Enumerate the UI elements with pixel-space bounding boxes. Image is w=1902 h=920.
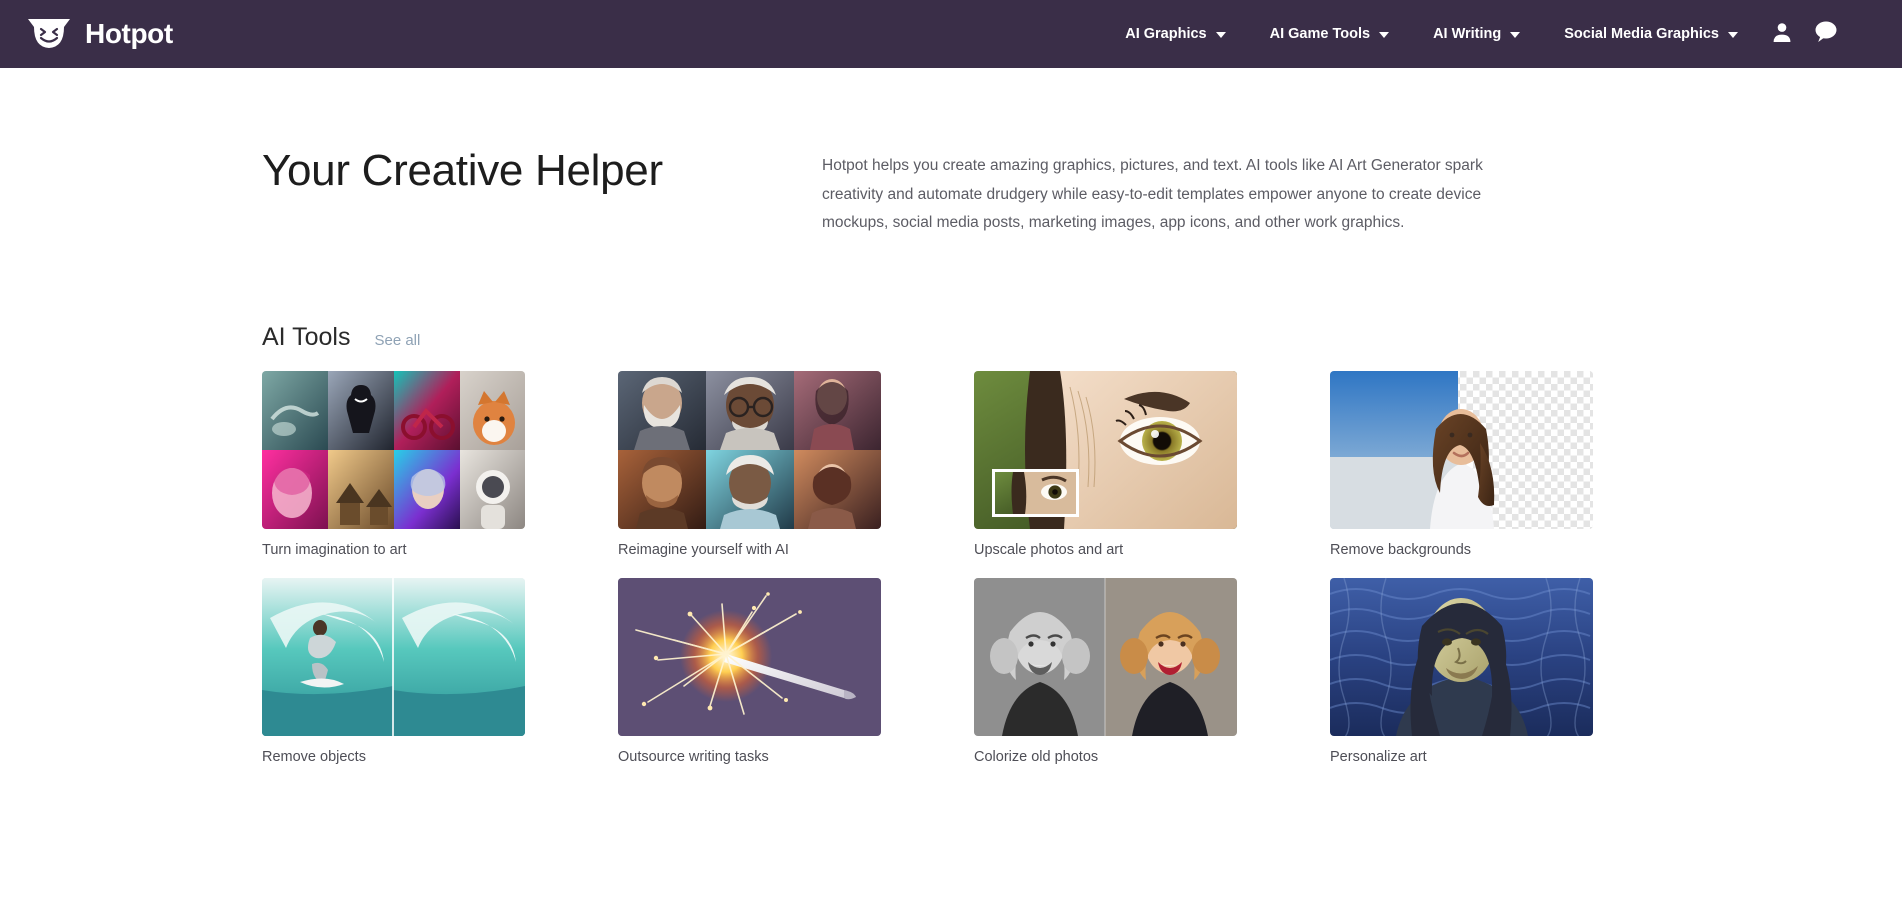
tool-card-upscale-photos-and-art[interactable]: Upscale photos and art	[974, 371, 1237, 558]
ai-tools-grid: Turn imagination to art	[262, 371, 1651, 765]
tool-card-colorize-old-photos[interactable]: Colorize old photos	[974, 578, 1237, 765]
top-navigation-bar: Hotpot AI Graphics AI Game Tools AI Writ…	[0, 0, 1902, 68]
tool-card-remove-objects[interactable]: Remove objects	[262, 578, 525, 765]
chevron-down-icon	[1379, 32, 1389, 38]
tool-card-personalize-art[interactable]: Personalize art	[1330, 578, 1593, 765]
tool-card-outsource-writing-tasks[interactable]: Outsource writing tasks	[618, 578, 881, 765]
page-title: Your Creative Helper	[262, 146, 822, 195]
eye-closeup-upscale-thumbnail	[974, 371, 1237, 529]
tool-card-caption: Upscale photos and art	[974, 542, 1237, 558]
nav-item-social-media-graphics[interactable]: Social Media Graphics	[1542, 26, 1760, 42]
sparking-pen-thumbnail	[618, 578, 881, 736]
tool-card-caption: Reimagine yourself with AI	[618, 542, 881, 558]
chevron-down-icon	[1728, 32, 1738, 38]
hero-description: Hotpot helps you create amazing graphics…	[822, 152, 1522, 238]
nav-item-ai-game-tools[interactable]: AI Game Tools	[1248, 26, 1411, 42]
tool-card-reimagine-yourself-with-ai[interactable]: Reimagine yourself with AI	[618, 371, 881, 558]
ai-art-grid-thumbnail	[262, 371, 525, 529]
nav-item-label: AI Game Tools	[1270, 26, 1370, 42]
nav-item-ai-writing[interactable]: AI Writing	[1411, 26, 1542, 42]
chat-button[interactable]	[1804, 12, 1848, 56]
nav-links-group: AI Graphics AI Game Tools AI Writing Soc…	[1103, 12, 1848, 56]
brand-logo-link[interactable]: Hotpot	[26, 17, 173, 51]
speech-bubble-icon	[1814, 20, 1838, 48]
stylized-mona-lisa-thumbnail	[1330, 578, 1593, 736]
ai-tools-section-header: AI Tools See all	[262, 323, 1651, 352]
tool-card-caption: Turn imagination to art	[262, 542, 525, 558]
account-button[interactable]	[1760, 12, 1804, 56]
colorize-portrait-thumbnail	[974, 578, 1237, 736]
chevron-down-icon	[1216, 32, 1226, 38]
background-removal-thumbnail	[1330, 371, 1593, 529]
nav-item-ai-graphics[interactable]: AI Graphics	[1103, 26, 1247, 42]
hotpot-face-logo-icon	[26, 17, 72, 51]
tool-card-turn-imagination-to-art[interactable]: Turn imagination to art	[262, 371, 525, 558]
tool-card-remove-backgrounds[interactable]: Remove backgrounds	[1330, 371, 1593, 558]
brand-name: Hotpot	[85, 18, 173, 50]
tool-card-caption: Outsource writing tasks	[618, 749, 881, 765]
page-content: Your Creative Helper Hotpot helps you cr…	[0, 68, 1902, 765]
ai-portrait-grid-thumbnail	[618, 371, 881, 529]
nav-item-label: AI Writing	[1433, 26, 1501, 42]
chevron-down-icon	[1510, 32, 1520, 38]
nav-item-label: AI Graphics	[1125, 26, 1206, 42]
surfer-wave-object-removal-thumbnail	[262, 578, 525, 736]
user-account-icon	[1771, 21, 1793, 48]
see-all-link[interactable]: See all	[374, 332, 420, 349]
tool-card-caption: Personalize art	[1330, 749, 1593, 765]
tool-card-caption: Colorize old photos	[974, 749, 1237, 765]
nav-item-label: Social Media Graphics	[1564, 26, 1719, 42]
hero-section: Your Creative Helper Hotpot helps you cr…	[262, 68, 1651, 238]
tool-card-caption: Remove backgrounds	[1330, 542, 1593, 558]
tool-card-caption: Remove objects	[262, 749, 525, 765]
section-title-ai-tools: AI Tools	[262, 323, 350, 352]
